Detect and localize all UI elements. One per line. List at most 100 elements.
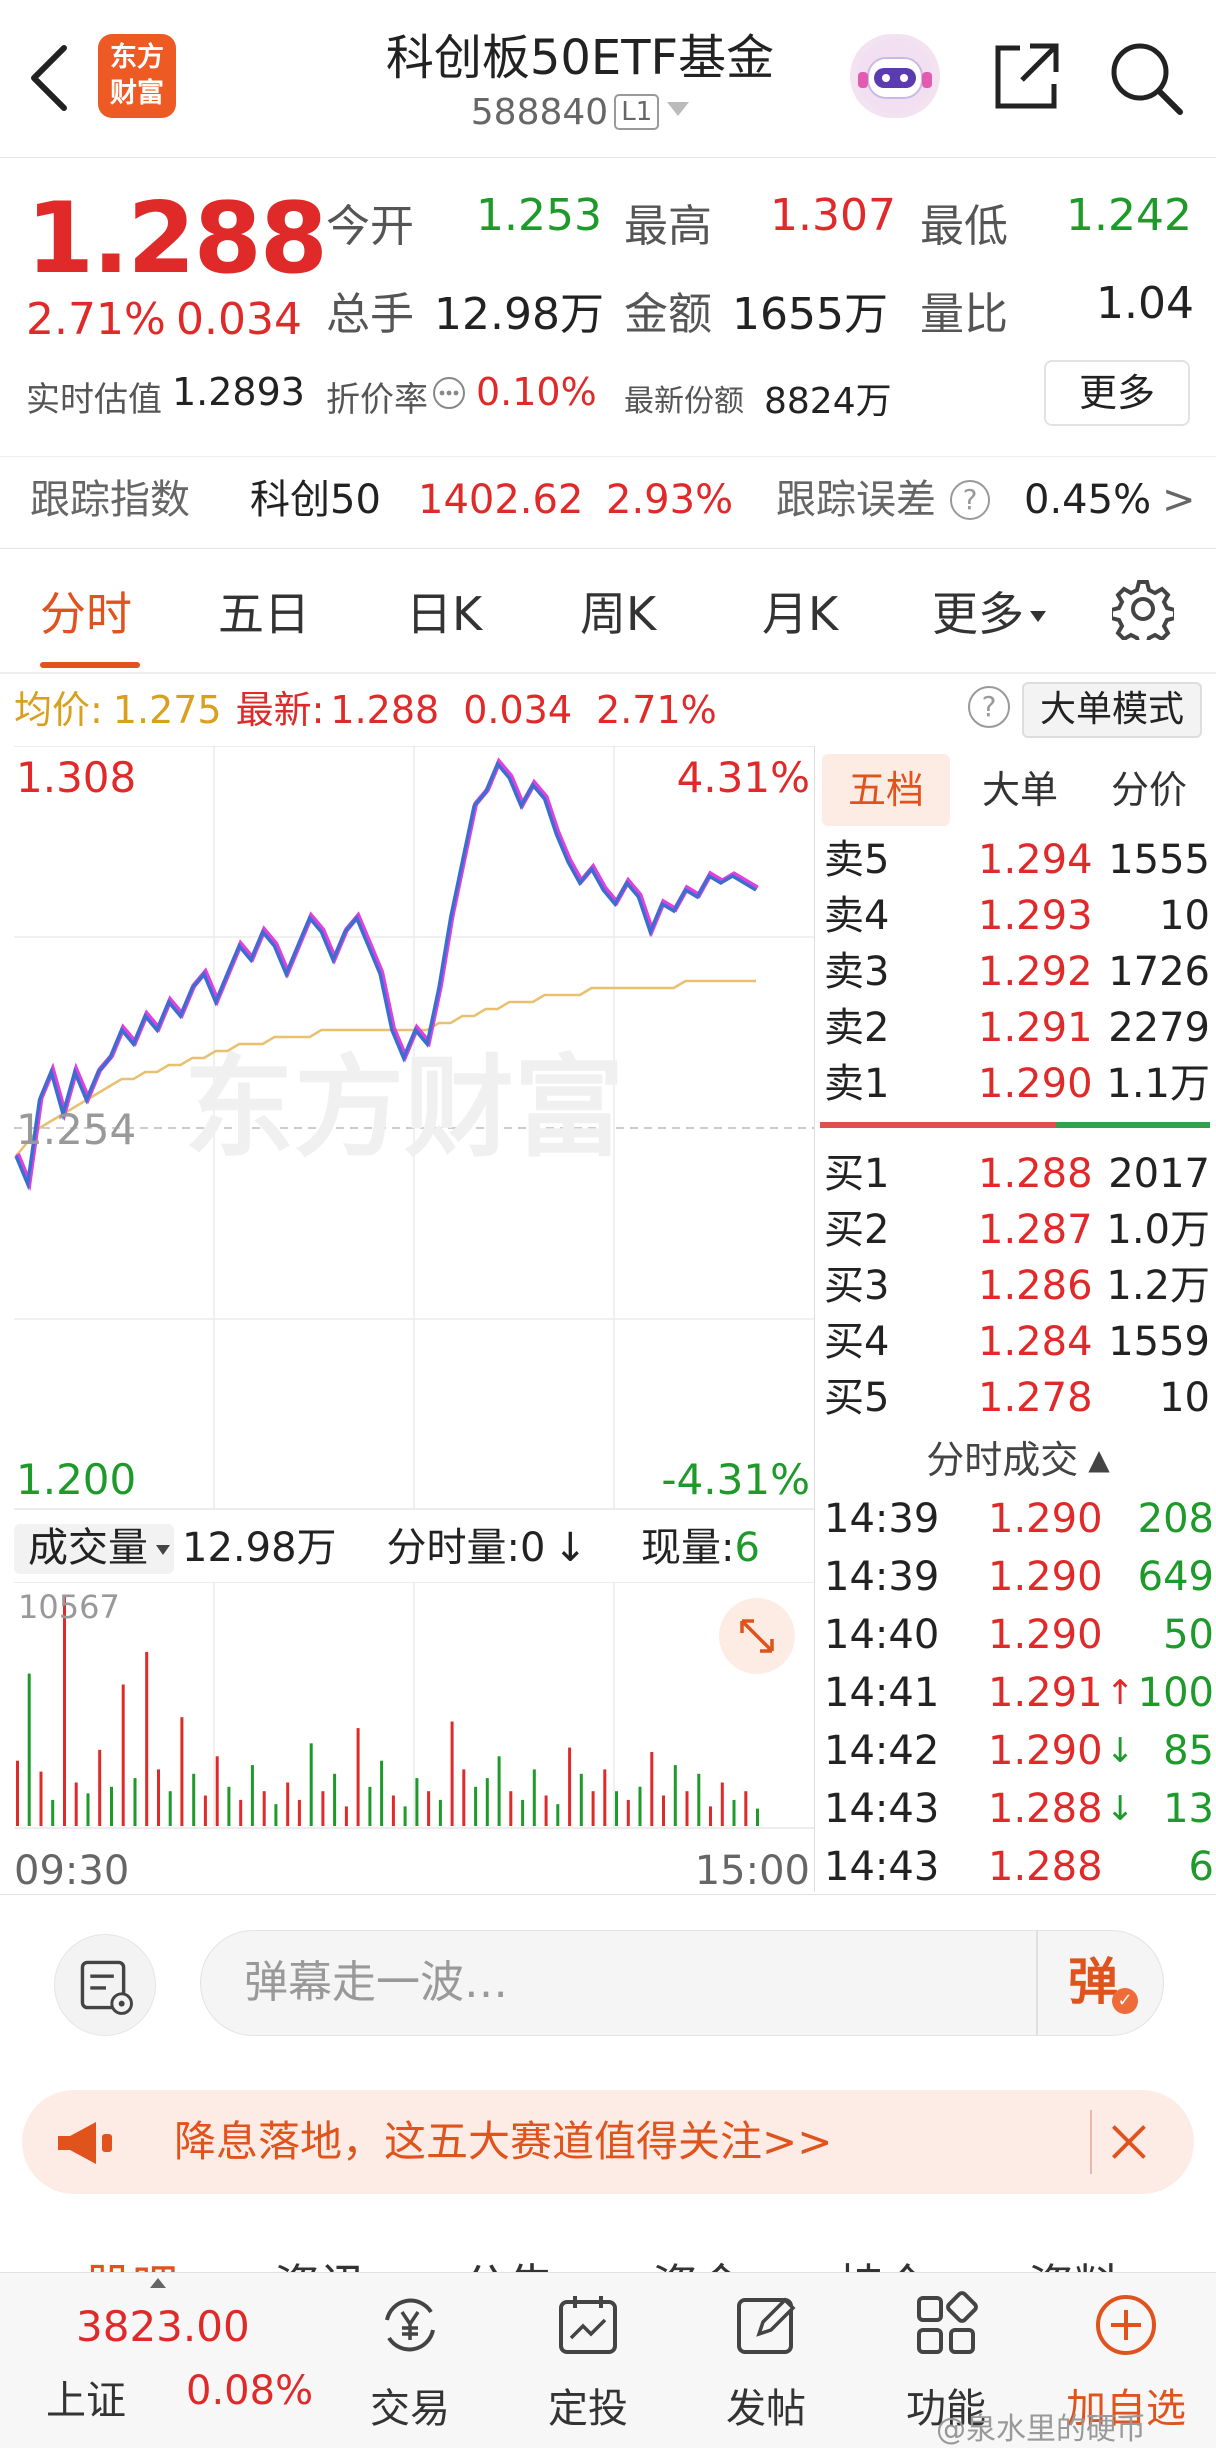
volume-bar [591, 1791, 595, 1826]
back-arrow-icon[interactable] [24, 42, 72, 114]
subtab-funds[interactable]: 资金 [652, 2250, 744, 2274]
trade-time: 14:42 [824, 1728, 940, 1774]
latest-pct: 2.71% [596, 688, 717, 732]
iopv-label: 实时估值 [26, 380, 162, 420]
ask-row[interactable]: 卖4 1.293 10 [820, 888, 1210, 944]
volume-bar [603, 1769, 607, 1826]
tab-weekly-k[interactable]: 周K [580, 578, 656, 644]
tab-five-levels[interactable]: 五档 [822, 754, 950, 826]
bid-row[interactable]: 买2 1.287 1.0万 [820, 1202, 1210, 1258]
danmu-settings-icon[interactable] [54, 1934, 156, 2036]
volume-bar [415, 1778, 419, 1826]
trade-price: 1.290 [988, 1612, 1103, 1658]
share-icon[interactable] [990, 40, 1062, 114]
more-button[interactable]: 更多 [1044, 360, 1190, 426]
nav-trade[interactable]: 交易 [340, 2290, 480, 2440]
tab-daily-k[interactable]: 日K [406, 578, 482, 644]
pct-top-label: 4.31% [677, 753, 810, 802]
tab-more[interactable]: 更多 [932, 578, 1046, 644]
trade-row: 14:42 1.290 ↓ 85 [820, 1722, 1214, 1780]
volume-bar [51, 1799, 55, 1826]
big-order-mode-button[interactable]: 大单模式 [1022, 682, 1202, 738]
danmu-send-button[interactable]: 弹 ✓ [1036, 1930, 1164, 2036]
volume-bar [74, 1782, 78, 1826]
ask-row[interactable]: 卖1 1.290 1.1万 [820, 1056, 1210, 1112]
bid-label: 买5 [824, 1375, 890, 1421]
intraday-chart[interactable]: 东方财富 1.308 1.254 1.200 4.31% -4.31% [14, 746, 814, 1510]
y-bottom-label: 1.200 [16, 1455, 136, 1504]
volume-bar [756, 1808, 759, 1826]
ask-volume: 1555 [1108, 837, 1210, 883]
volume-bar [121, 1684, 125, 1826]
volume-bar [274, 1804, 278, 1826]
volume-bars [16, 1596, 759, 1826]
volume-chart[interactable]: 10567 09:30 15:00 [14, 1582, 814, 1892]
volume-bar [262, 1791, 266, 1826]
content-subtabs: 股吧 资讯 公告 资金 持仓 资料 [0, 2214, 1216, 2274]
trades-title[interactable]: 分时成交 ▲ [820, 1432, 1216, 1488]
tracking-error-value[interactable]: 0.45% [1024, 468, 1151, 532]
volume-bar [579, 1773, 583, 1826]
help-icon[interactable]: ? [968, 686, 1010, 728]
subtab-forum[interactable]: 股吧 [86, 2250, 178, 2274]
discount-label: 折价率 [326, 380, 428, 420]
subtab-announcements[interactable]: 公告 [462, 2250, 554, 2274]
nav-fixed-invest[interactable]: 定投 [518, 2290, 658, 2440]
tracking-chevron-icon[interactable]: > [1162, 468, 1196, 532]
fund-code-row[interactable]: 588840 L1 [300, 92, 860, 133]
trade-direction-icon: ↑ [1106, 1673, 1135, 1713]
info-dots-icon[interactable] [432, 376, 466, 410]
index-expand-icon[interactable] [150, 2278, 166, 2288]
volume-bar [391, 1795, 395, 1826]
ask-row[interactable]: 卖5 1.294 1555 [820, 832, 1210, 888]
tab-monthly-k[interactable]: 月K [762, 578, 838, 644]
high-value: 1.307 [770, 190, 896, 241]
volume-bar [27, 1673, 31, 1826]
volume-bar [133, 1778, 137, 1826]
trades-title-label: 分时成交 [926, 1438, 1079, 1482]
close-icon[interactable] [1090, 2110, 1160, 2174]
tab-price-distribution[interactable]: 分价 [1086, 754, 1212, 826]
trade-price: 1.290 [988, 1496, 1103, 1542]
low-label: 最低 [920, 201, 1008, 252]
subtab-news[interactable]: 资讯 [274, 2250, 366, 2274]
tracking-index-name[interactable]: 科创50 [250, 468, 381, 532]
bid-row[interactable]: 买5 1.278 10 [820, 1370, 1210, 1426]
volume-bar [521, 1799, 525, 1826]
ai-assistant-robot-icon[interactable] [850, 34, 940, 118]
tab-intraday[interactable]: 分时 [40, 578, 132, 644]
nav-post[interactable]: 发帖 [696, 2290, 836, 2440]
volume-bar [63, 1596, 66, 1826]
trade-price: 1.288 [988, 1786, 1103, 1832]
nav-trade-label: 交易 [370, 2386, 450, 2432]
volume-bar [297, 1799, 301, 1826]
expand-icon[interactable] [719, 1598, 795, 1674]
settings-gear-icon[interactable] [1112, 578, 1174, 640]
check-badge-icon: ✓ [1112, 1988, 1138, 2014]
trade-row: 14:39 1.290 208 [820, 1490, 1214, 1548]
bid-row[interactable]: 买1 1.288 2017 [820, 1146, 1210, 1202]
tab-big-orders[interactable]: 大单 [960, 754, 1080, 826]
tab-five-day[interactable]: 五日 [218, 578, 310, 644]
high-label: 最高 [624, 201, 712, 252]
bid-price: 1.287 [978, 1207, 1093, 1253]
ask-row[interactable]: 卖3 1.292 1726 [820, 944, 1210, 1000]
bid-row[interactable]: 买4 1.284 1559 [820, 1314, 1210, 1370]
avg-price-bar: 均价: 1.275 最新: 1.288 0.034 2.71% [14, 684, 717, 736]
index-value[interactable]: 3823.00 [76, 2302, 250, 2351]
banner-text[interactable]: 降息落地，这五大赛道值得关注>> [174, 2110, 832, 2174]
help-icon[interactable]: ? [950, 480, 990, 520]
volume-bar [356, 1728, 360, 1826]
change-percent: 2.71% [26, 294, 166, 345]
bid-row[interactable]: 买3 1.286 1.2万 [820, 1258, 1210, 1314]
volume-bar [685, 1791, 689, 1826]
bid-label: 买4 [824, 1319, 890, 1365]
ask-row[interactable]: 卖2 1.291 2279 [820, 1000, 1210, 1056]
ask-price: 1.293 [978, 893, 1093, 939]
bid-price: 1.284 [978, 1319, 1093, 1365]
search-icon[interactable] [1106, 38, 1186, 118]
subtab-profile[interactable]: 资料 [1028, 2250, 1120, 2274]
subtab-holdings[interactable]: 持仓 [838, 2250, 930, 2274]
y-top-label: 1.308 [16, 753, 136, 802]
divider [0, 672, 1216, 674]
